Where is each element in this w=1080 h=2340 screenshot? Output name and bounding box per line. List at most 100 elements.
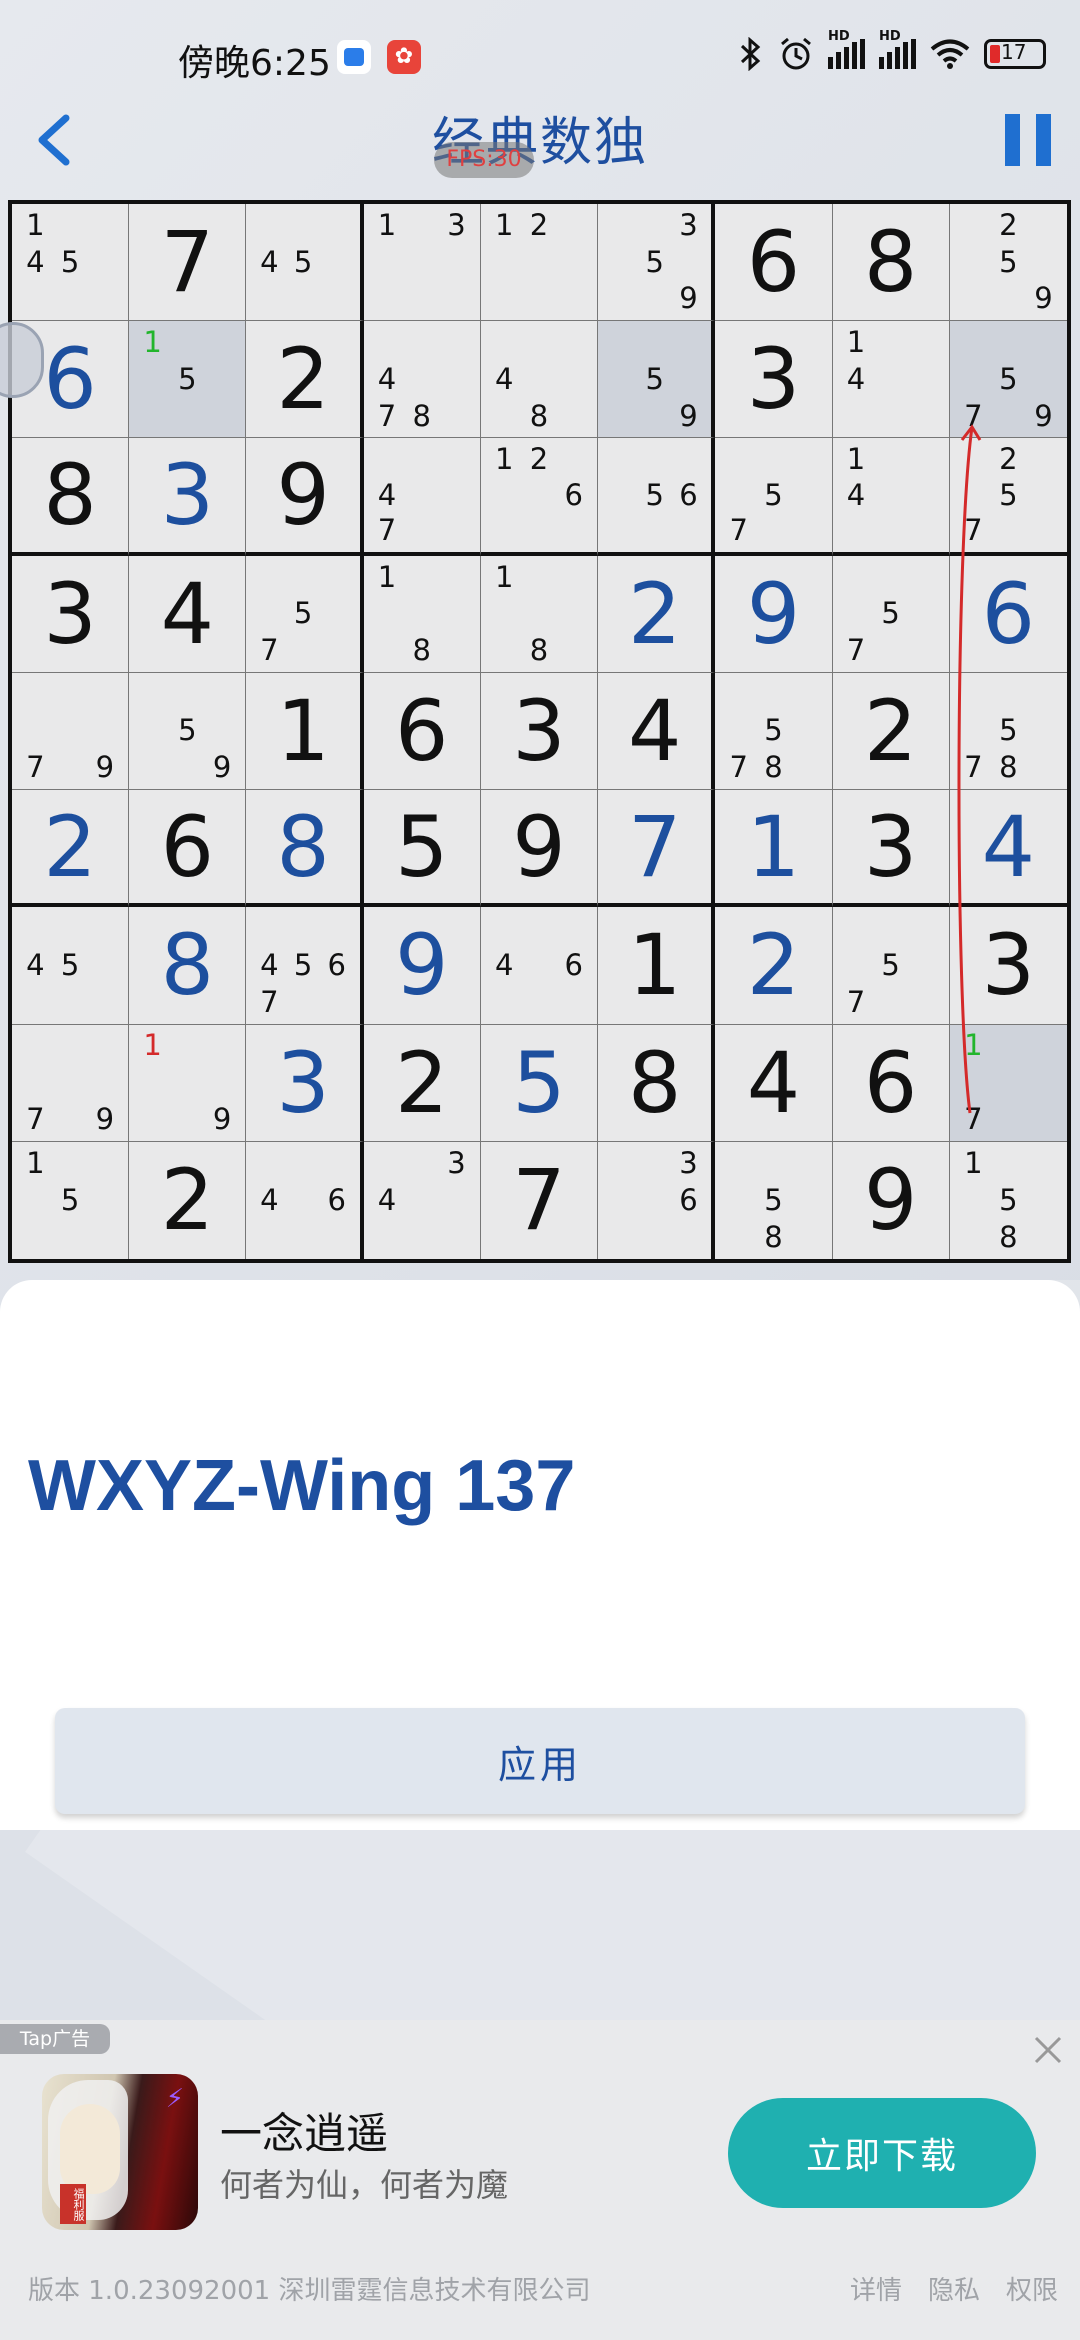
sudoku-cell[interactable]: 4 (598, 672, 716, 791)
sudoku-cell[interactable]: 46 (246, 1141, 364, 1259)
ad-app-name[interactable]: 一念逍遥 (220, 2100, 388, 2161)
sudoku-cell[interactable]: 5 (480, 1024, 599, 1142)
entered-digit: 8 (160, 916, 215, 1015)
sudoku-cell[interactable]: 59 (598, 321, 716, 439)
sudoku-cell[interactable]: 3 (832, 790, 950, 908)
sudoku-cell[interactable]: 57 (832, 555, 950, 673)
sudoku-cell[interactable]: 145 (12, 204, 130, 322)
sudoku-cell[interactable]: 3 (715, 321, 833, 439)
sudoku-cell[interactable]: 36 (598, 1141, 716, 1259)
sudoku-cell[interactable]: 3 (480, 672, 599, 791)
sudoku-cell[interactable]: 14 (832, 321, 950, 439)
apply-button[interactable]: 应用 (55, 1708, 1025, 1814)
sudoku-cell[interactable]: 6 (129, 790, 247, 908)
pencil-mark (320, 1145, 354, 1182)
sudoku-cell[interactable]: 1 (246, 672, 364, 791)
pencil-mark (839, 559, 874, 596)
sudoku-cell[interactable]: 126 (480, 438, 599, 556)
sudoku-cell[interactable]: 46 (480, 907, 599, 1025)
sudoku-cell[interactable]: 578 (949, 673, 1067, 791)
sudoku-cell[interactable]: 158 (950, 1142, 1067, 1259)
sudoku-cell[interactable]: 79 (12, 672, 130, 791)
sudoku-cell[interactable]: 48 (480, 321, 599, 439)
sudoku-cell[interactable]: 2 (715, 907, 833, 1025)
sudoku-cell[interactable]: 6 (363, 672, 481, 791)
sudoku-cell[interactable]: 59 (129, 672, 247, 791)
sudoku-cell[interactable]: 359 (598, 204, 716, 322)
sudoku-cell[interactable]: 1 (598, 907, 716, 1025)
sudoku-cell[interactable]: 6 (832, 1024, 950, 1142)
sudoku-cell[interactable]: 4 (715, 1024, 833, 1142)
sudoku-cell[interactable]: 17 (949, 1024, 1067, 1142)
sudoku-cell[interactable]: 259 (949, 204, 1067, 322)
sudoku-cell[interactable]: 2 (246, 321, 364, 439)
sudoku-cell[interactable]: 4 (949, 790, 1067, 908)
pencil-mark: 4 (377, 1182, 397, 1217)
sudoku-cell[interactable]: 2 (363, 1024, 481, 1142)
sudoku-cell[interactable]: 4 (129, 555, 247, 673)
sudoku-cell[interactable]: 15 (129, 321, 247, 439)
sudoku-cell[interactable]: 7 (598, 790, 716, 908)
sudoku-cell[interactable]: 6 (949, 556, 1067, 673)
sudoku-cell[interactable]: 8 (832, 204, 950, 322)
sudoku-cell[interactable]: 57 9 (949, 321, 1067, 439)
sudoku-cell[interactable]: 57 (715, 438, 833, 556)
sudoku-cell[interactable]: 456 7 (246, 907, 364, 1025)
sudoku-cell[interactable]: 45 (12, 907, 130, 1025)
sudoku-cell[interactable]: 57 (246, 555, 364, 673)
sudoku-cell[interactable]: 8 (246, 790, 364, 908)
sudoku-cell[interactable]: 5 (363, 790, 481, 908)
sudoku-cell[interactable]: 58 (715, 1141, 833, 1259)
sudoku-cell[interactable]: 1 (715, 790, 833, 908)
sudoku-cell[interactable]: 7 (129, 204, 247, 322)
sudoku-cell[interactable]: 8 (12, 438, 130, 556)
pencil-mark (604, 324, 638, 361)
sudoku-cell[interactable]: 578 (715, 672, 833, 791)
pencil-mark: 9 (95, 750, 115, 785)
sudoku-cell[interactable]: 9 (715, 555, 833, 673)
sudoku-cell[interactable]: 56 (598, 438, 716, 556)
sudoku-cell[interactable]: 2 (832, 672, 950, 791)
entered-digit: 2 (746, 916, 801, 1015)
sudoku-cell[interactable]: 14 (832, 438, 950, 556)
sudoku-cell[interactable]: 18 (480, 555, 599, 673)
sudoku-cell[interactable]: 34 (364, 1141, 481, 1259)
sudoku-cell[interactable]: 9 (833, 1141, 950, 1259)
download-button[interactable]: 立即下载 (728, 2098, 1036, 2208)
sudoku-cell[interactable]: 47 (363, 438, 481, 556)
ad-link-details[interactable]: 详情 (850, 2270, 902, 2307)
ad-banner[interactable]: Tap广告 福利服 ⚡ 一念逍遥 何者为仙，何者为魔 立即下载 版本 1.0.2… (0, 2020, 1080, 2340)
sudoku-cell[interactable]: 8 (598, 1024, 716, 1142)
sudoku-cell[interactable]: 7 (481, 1141, 599, 1259)
sudoku-cell[interactable]: 478 (363, 321, 481, 439)
sudoku-cell[interactable]: 2 (12, 790, 130, 908)
sudoku-cell[interactable]: 13 (363, 204, 481, 322)
close-icon[interactable] (1030, 2032, 1066, 2068)
sudoku-cell[interactable]: 19 (129, 1024, 247, 1142)
sudoku-cell[interactable]: 8 (129, 907, 247, 1025)
sudoku-cell[interactable]: 3 (246, 1024, 364, 1142)
pencil-mark: 4 (377, 477, 397, 512)
pencil-mark: 4 (846, 477, 866, 512)
sudoku-cell[interactable]: 45 (246, 204, 364, 322)
sudoku-cell[interactable]: 57 (832, 907, 950, 1025)
ad-app-icon[interactable]: 福利服 ⚡ (42, 2074, 198, 2230)
ad-link-privacy[interactable]: 隐私 (928, 2270, 980, 2307)
sudoku-cell[interactable]: 3 (12, 555, 130, 673)
sudoku-cell[interactable]: 257 (949, 438, 1067, 556)
sudoku-cell[interactable]: 12 (480, 204, 599, 322)
pause-icon[interactable] (1005, 114, 1051, 166)
sudoku-cell[interactable]: 2 (129, 1141, 247, 1259)
sudoku-cell[interactable]: 3 (129, 438, 247, 556)
sudoku-cell[interactable]: 6 (715, 204, 833, 322)
sudoku-cell[interactable]: 9 (363, 907, 481, 1025)
sudoku-cell[interactable]: 15 (12, 1141, 130, 1259)
ad-link-permissions[interactable]: 权限 (1006, 2270, 1058, 2307)
sudoku-cell[interactable]: 2 (598, 555, 716, 673)
sudoku-cell[interactable]: 9 (480, 790, 599, 908)
sudoku-cell[interactable]: 79 (12, 1024, 130, 1142)
sudoku-cell[interactable]: 18 (363, 555, 481, 673)
sudoku-cell[interactable]: 9 (246, 438, 364, 556)
pencil-mark (638, 324, 672, 361)
sudoku-cell[interactable]: 3 (949, 907, 1067, 1025)
